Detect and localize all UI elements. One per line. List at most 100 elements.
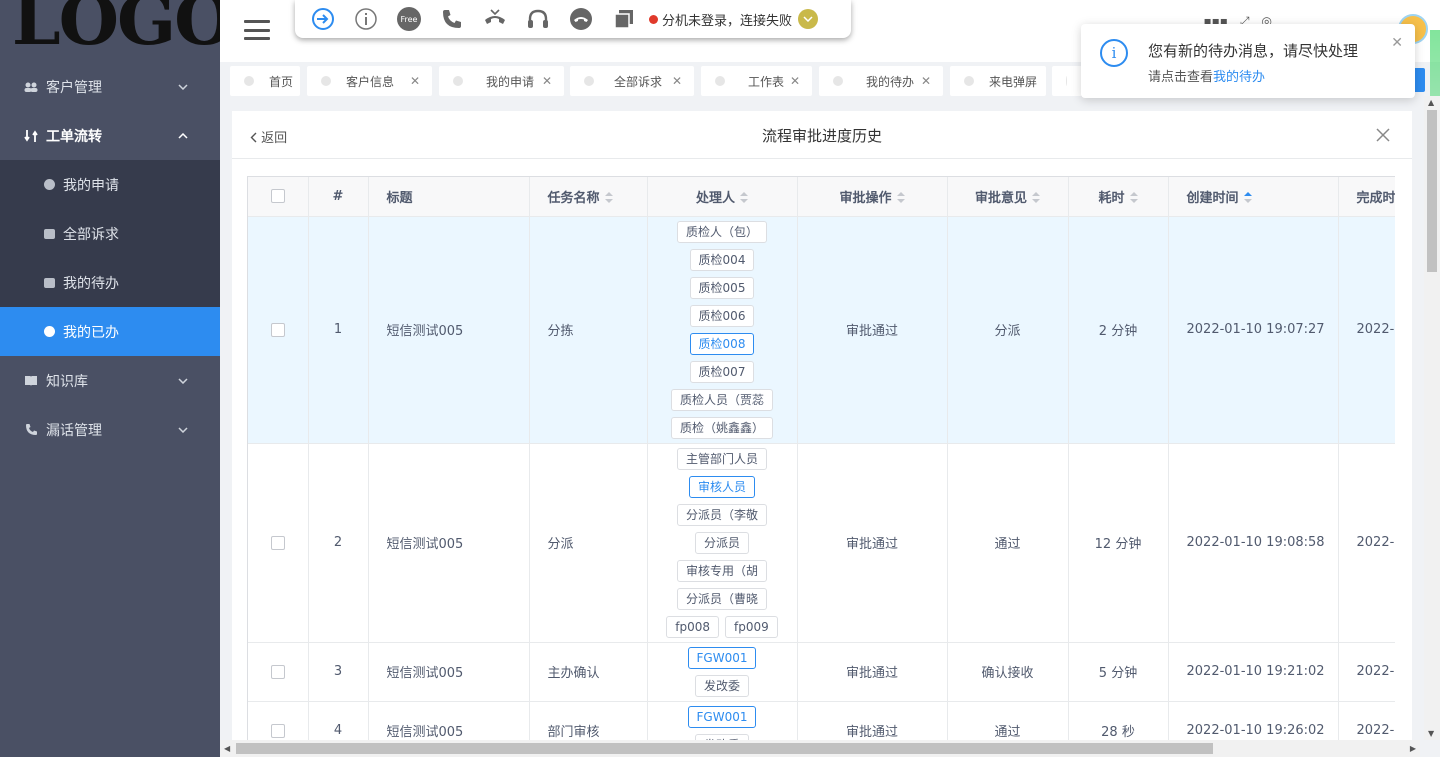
close-icon[interactable]: ✕	[542, 74, 552, 88]
sort-icon[interactable]	[1129, 192, 1138, 204]
table-row[interactable]: 2 短信测试005 分派 主管部门人员 审核人员 分派员（李敬 分派员 审核专用…	[248, 443, 1395, 643]
tab-label: 工作表	[748, 74, 785, 89]
cell-title: 短信测试005	[368, 216, 530, 444]
col-created[interactable]: 创建时间	[1168, 177, 1339, 217]
close-icon[interactable]: ✕	[790, 74, 800, 88]
cell-duration: 2 分钟	[1068, 216, 1169, 444]
col-handler[interactable]: 处理人	[647, 177, 798, 217]
sidebar-item-missed-calls[interactable]: 漏话管理	[0, 405, 220, 454]
scroll-up-icon[interactable]: ▲	[1428, 98, 1434, 107]
close-icon[interactable]: ✕	[410, 74, 420, 88]
cell-title: 短信测试005	[368, 701, 530, 742]
tab-my-todo[interactable]: 我的待办 ✕	[819, 66, 943, 96]
call-icon[interactable]	[438, 5, 466, 33]
close-icon[interactable]	[1376, 123, 1390, 147]
cell-op: 审批通过	[797, 443, 948, 643]
sort-icon[interactable]	[1032, 192, 1040, 204]
close-icon[interactable]: ✕	[1391, 35, 1403, 51]
handler-tag[interactable]: 发改委	[694, 674, 749, 697]
sidebar-item-label: 漏话管理	[46, 422, 102, 439]
handler-tag[interactable]: 质检人（包）	[676, 220, 767, 243]
sidebar-subitem-label: 我的申请	[63, 177, 119, 194]
handler-tag[interactable]: 质检（姚鑫鑫）	[670, 416, 773, 439]
free-status-icon[interactable]: Free	[395, 5, 423, 33]
close-icon[interactable]: ✕	[921, 74, 931, 88]
row-checkbox[interactable]	[270, 322, 285, 337]
tab-all-requests[interactable]: 全部诉求 ✕	[570, 66, 694, 96]
tab-customer-info[interactable]: 客户信息 ✕	[307, 66, 432, 96]
notification-desc-text: 请点击查看	[1148, 70, 1214, 85]
handler-tag[interactable]: 主管部门人员	[676, 447, 767, 470]
sidebar-item-customer[interactable]: 客户管理	[0, 62, 220, 111]
chevron-down-icon[interactable]	[798, 9, 819, 29]
sort-icon[interactable]	[896, 192, 905, 204]
tab-label: 全部诉求	[614, 74, 663, 89]
handler-tag[interactable]: 分派员（李敬	[676, 503, 767, 526]
sign-in-icon[interactable]	[309, 5, 337, 33]
tab-incoming-call[interactable]: 来电弹屏	[950, 66, 1046, 96]
tab-home[interactable]: 首页	[230, 66, 300, 96]
sidebar-subitem-my-done[interactable]: 我的已办	[0, 307, 220, 356]
handler-tag[interactable]: 质检008	[689, 332, 755, 355]
scroll-down-icon[interactable]: ▼	[1428, 729, 1434, 738]
copy-icon[interactable]	[610, 5, 638, 33]
info-icon[interactable]	[352, 5, 380, 33]
handler-tag[interactable]: 审核专用（胡	[676, 559, 767, 582]
headset-icon[interactable]	[524, 5, 552, 33]
handler-tag[interactable]: 质检人员（贾蕊	[670, 388, 773, 411]
col-task[interactable]: 任务名称	[529, 177, 648, 217]
tab-my-apply[interactable]: 我的申请 ✕	[439, 66, 564, 96]
sidebar-subitem-all-requests[interactable]: 全部诉求	[0, 209, 220, 258]
handler-tag[interactable]: 质检005	[689, 276, 755, 299]
sidebar-subitem-my-apply[interactable]: 我的申请	[0, 160, 220, 209]
menu-toggle-icon[interactable]	[244, 20, 270, 40]
row-checkbox[interactable]	[270, 664, 285, 679]
approval-history-panel: 返回 流程审批进度历史 # 标题 任务名称 处理人 审批操作 审批意见 耗时 创…	[232, 111, 1412, 757]
scrollbar-thumb[interactable]	[236, 743, 1213, 754]
handler-tag[interactable]: 质检006	[689, 304, 755, 327]
transfer-call-icon[interactable]	[481, 5, 509, 33]
handler-tag[interactable]: 分派员（曹晓	[676, 587, 767, 610]
handler-tag[interactable]: FGW001	[687, 646, 757, 669]
sidebar-item-workflow[interactable]: 工单流转	[0, 111, 220, 160]
close-icon[interactable]: ✕	[672, 74, 682, 88]
hangup-icon[interactable]	[567, 5, 595, 33]
handler-tag[interactable]: 审核人员	[688, 475, 755, 498]
scroll-right-icon[interactable]: ▶	[1410, 744, 1416, 753]
table-row[interactable]: 3 短信测试005 主办确认 FGW001 发改委 审批通过 确认接收 5 分钟…	[248, 642, 1395, 702]
select-all-checkbox[interactable]	[270, 189, 285, 204]
tab-worksheet[interactable]: 工作表 ✕	[701, 66, 812, 96]
horizontal-scrollbar[interactable]: ◀ ▶	[220, 740, 1420, 757]
sort-asc-icon[interactable]	[1243, 192, 1252, 204]
tab-more[interactable]	[1052, 66, 1082, 96]
notification-link[interactable]: 我的待办	[1213, 70, 1265, 85]
cell-opinion: 通过	[947, 443, 1069, 643]
row-checkbox[interactable]	[270, 723, 285, 738]
handler-tag[interactable]: fp009	[725, 615, 778, 638]
col-opinion[interactable]: 审批意见	[947, 177, 1069, 217]
sidebar-subitem-my-todo[interactable]: 我的待办	[0, 258, 220, 307]
handler-tag[interactable]: 质检007	[689, 360, 755, 383]
cell-task: 分派	[529, 443, 648, 643]
vertical-scrollbar[interactable]: ▲ ▼	[1424, 96, 1440, 740]
handler-tag[interactable]: 分派员	[694, 531, 749, 554]
scroll-left-icon[interactable]: ◀	[224, 744, 230, 753]
cell-index: 1	[308, 216, 369, 444]
table-row[interactable]: 1 短信测试005 分拣 质检人（包） 质检004 质检005 质检006 质检…	[248, 216, 1395, 444]
sort-icon[interactable]	[604, 192, 613, 204]
handler-tag[interactable]: 质检004	[689, 248, 755, 271]
phone-status-text: 分机未登录，连接失败	[662, 13, 793, 29]
tab-dot-icon	[244, 76, 254, 86]
table-row[interactable]: 4 短信测试005 部门审核 FGW001 发改委 审批通过 通过 28 秒 2…	[248, 701, 1395, 742]
row-checkbox[interactable]	[270, 535, 285, 550]
scrollbar-thumb[interactable]	[1427, 110, 1437, 272]
col-duration[interactable]: 耗时	[1068, 177, 1169, 217]
notification: i 您有新的待办消息，请尽快处理 请点击查看我的待办 ✕	[1081, 24, 1415, 98]
history-table: # 标题 任务名称 处理人 审批操作 审批意见 耗时 创建时间 完成时间 1 短…	[247, 176, 1395, 742]
handler-tag[interactable]: FGW001	[687, 705, 757, 728]
col-op[interactable]: 审批操作	[797, 177, 948, 217]
status-dot	[649, 14, 658, 24]
sort-icon[interactable]	[740, 192, 748, 204]
handler-tag[interactable]: fp008	[666, 615, 719, 638]
sidebar-item-knowledge[interactable]: 知识库	[0, 356, 220, 405]
